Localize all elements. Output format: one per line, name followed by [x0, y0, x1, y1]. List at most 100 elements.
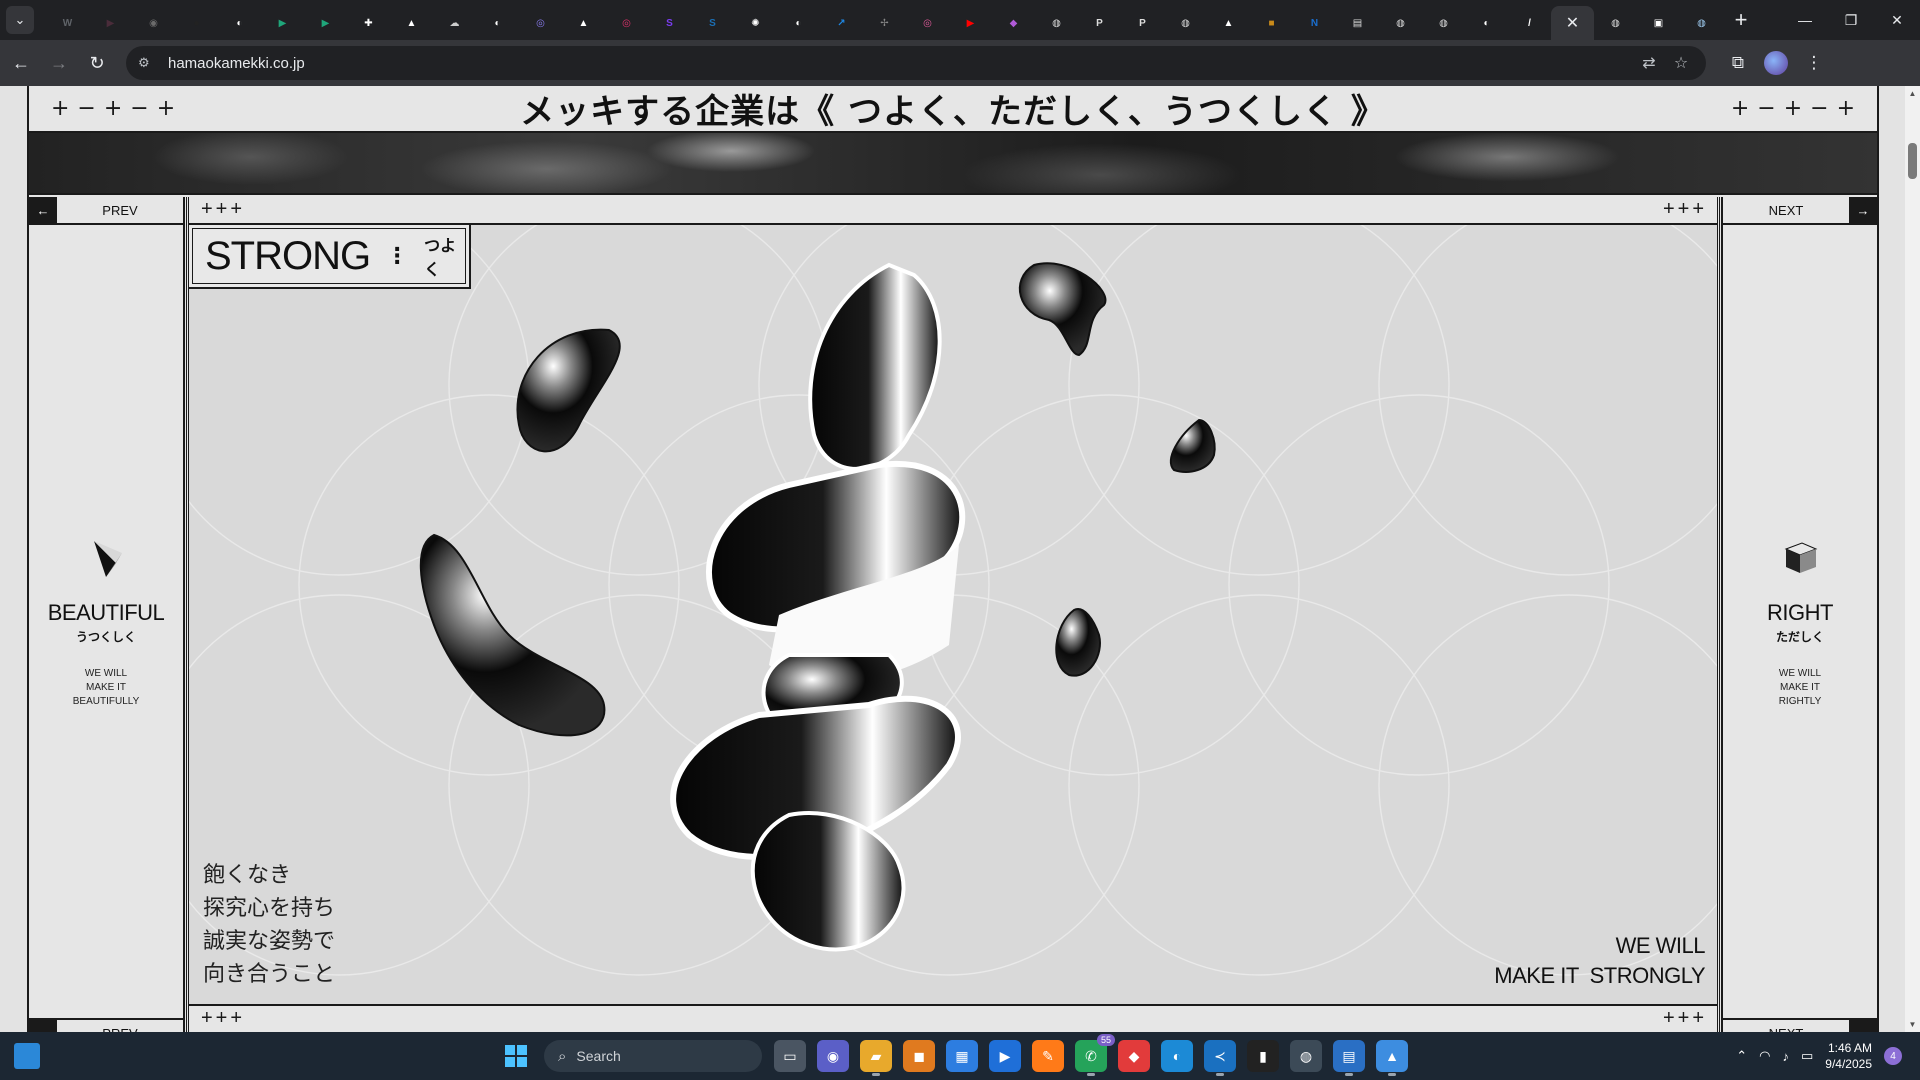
prev-nav-bottom[interactable]: ← PREV [29, 1018, 183, 1032]
play-store-icon[interactable]: ▶ [989, 1040, 1021, 1072]
volume-icon[interactable]: ♪ [1782, 1049, 1789, 1064]
back-button[interactable]: ← [4, 46, 38, 80]
notepad-icon[interactable]: ▤ [1333, 1040, 1365, 1076]
tab[interactable]: ▤ [1336, 6, 1379, 40]
tab[interactable]: ◐ [777, 6, 820, 40]
restore-button[interactable]: ❐ [1828, 0, 1874, 40]
forward-button[interactable]: → [42, 46, 76, 80]
reload-button[interactable]: ↻ [80, 46, 114, 80]
widgets-icon[interactable] [14, 1043, 40, 1069]
tab[interactable]: / [1508, 6, 1551, 40]
arrow-right-icon[interactable]: → [1849, 1020, 1877, 1032]
tab[interactable]: ◎ [605, 6, 648, 40]
tab[interactable]: ▶ [89, 6, 132, 40]
tab[interactable]: ▶ [304, 6, 347, 40]
chrome-icon[interactable]: ◍ [1290, 1040, 1322, 1072]
menu-kebab-icon[interactable]: ⋮ [1802, 53, 1826, 73]
taskbar-search[interactable]: ⌕ Search [544, 1040, 762, 1072]
next-label[interactable]: NEXT [1723, 203, 1849, 218]
wifi-icon[interactable]: ◠ [1759, 1048, 1770, 1064]
tab[interactable]: ■ [1250, 6, 1293, 40]
tab[interactable]: ▲ [1207, 6, 1250, 40]
tab[interactable]: ◍ [1680, 6, 1723, 40]
translate-icon[interactable]: ⇄ [1638, 53, 1660, 73]
globe-icon: ◍ [1396, 17, 1405, 29]
tab[interactable]: ✢ [863, 6, 906, 40]
teams-icon[interactable]: ◉ [817, 1040, 849, 1072]
scroll-up-icon[interactable]: ▲ [1908, 89, 1917, 98]
globe-icon: ◍ [1611, 17, 1620, 29]
tab[interactable]: ◎ [906, 6, 949, 40]
store-icon[interactable]: ▦ [946, 1040, 978, 1072]
tab[interactable]: ✺ [734, 6, 777, 40]
next-panel[interactable]: NEXT → RIGHT ただしく WE WILL MAKE IT RIGHTL… [1721, 197, 1877, 1032]
tab[interactable]: ▣ [1637, 6, 1680, 40]
terminal-icon[interactable]: ▮ [1247, 1040, 1279, 1072]
tab[interactable]: ◍ [1379, 6, 1422, 40]
tab[interactable]: ▶ [949, 6, 992, 40]
profile-avatar[interactable] [1764, 51, 1788, 75]
vscode-icon[interactable]: ≺ [1204, 1040, 1236, 1076]
close-icon[interactable]: ✕ [1566, 13, 1579, 33]
tab[interactable]: W [46, 6, 89, 40]
tab[interactable]: ● [175, 6, 218, 40]
next-nav-bottom[interactable]: NEXT → [1723, 1018, 1877, 1032]
tab[interactable]: ◎ [519, 6, 562, 40]
whatsapp-icon[interactable]: ✆ 55 [1075, 1034, 1115, 1076]
site-info-icon[interactable]: ⚙ [138, 55, 160, 71]
arrow-left-icon[interactable]: ← [29, 197, 57, 223]
start-windows-icon[interactable] [504, 1044, 528, 1068]
tab[interactable]: ◐ [218, 6, 261, 40]
bookmark-star-icon[interactable]: ☆ [1670, 53, 1692, 73]
minimize-button[interactable]: — [1782, 0, 1828, 40]
file-explorer-icon[interactable]: ▰ [860, 1040, 892, 1076]
close-window-button[interactable]: ✕ [1874, 0, 1920, 40]
tab[interactable]: ◍ [1594, 6, 1637, 40]
page-scrollbar[interactable]: ▲ ▼ [1905, 86, 1920, 1032]
anydesk-icon[interactable]: ◆ [1118, 1040, 1150, 1072]
url-text[interactable]: hamaokamekki.co.jp [168, 55, 305, 72]
tab-search-button[interactable]: ⌄ [6, 6, 34, 34]
tab[interactable]: ◐ [1465, 6, 1508, 40]
pen-app-icon[interactable]: ✎ [1032, 1040, 1064, 1072]
tab-active[interactable]: ✕ [1551, 6, 1594, 40]
tab[interactable]: ◐ [476, 6, 519, 40]
next-nav[interactable]: NEXT → [1723, 197, 1877, 225]
tab[interactable]: ▶ [261, 6, 304, 40]
tab[interactable]: N [1293, 6, 1336, 40]
prev-panel[interactable]: ← PREV BEAUTIFUL うつくしく WE WILL MAKE IT B… [29, 197, 185, 1032]
tab[interactable]: ◍ [1164, 6, 1207, 40]
prev-nav[interactable]: ← PREV [29, 197, 183, 225]
battery-icon[interactable]: ▭ [1801, 1048, 1813, 1064]
new-tab-button[interactable]: + [1727, 6, 1755, 34]
address-bar[interactable]: ⚙ hamaokamekki.co.jp ⇄ ☆ [126, 46, 1706, 80]
tab[interactable]: ▲ [562, 6, 605, 40]
scroll-down-icon[interactable]: ▼ [1908, 1020, 1917, 1029]
arrow-left-icon[interactable]: ← [29, 1020, 57, 1032]
chrome-droplet [1169, 418, 1216, 473]
tab[interactable]: ▲ [390, 6, 433, 40]
extensions-icon[interactable]: ⧉ [1726, 53, 1750, 73]
task-view-icon[interactable]: ▭ [774, 1040, 806, 1072]
prev-label[interactable]: PREV [57, 203, 183, 218]
scrollbar-thumb[interactable] [1908, 143, 1917, 179]
p-icon: P [1096, 17, 1103, 29]
tab[interactable]: ◆ [992, 6, 1035, 40]
tab[interactable]: S [691, 6, 734, 40]
tab[interactable]: ◉ [132, 6, 175, 40]
tab[interactable]: ◍ [1422, 6, 1465, 40]
notification-badge[interactable]: 4 [1884, 1047, 1902, 1065]
tab[interactable]: ◍ [1035, 6, 1078, 40]
app-orange-icon[interactable]: ◼ [903, 1040, 935, 1072]
tab[interactable]: P [1121, 6, 1164, 40]
chevron-up-icon[interactable]: ⌃ [1736, 1048, 1747, 1064]
tab[interactable]: P [1078, 6, 1121, 40]
tab[interactable]: S [648, 6, 691, 40]
tab[interactable]: ↗ [820, 6, 863, 40]
edge-icon[interactable]: ◐ [1161, 1040, 1193, 1072]
tab[interactable]: ✚ [347, 6, 390, 40]
arrow-right-icon[interactable]: → [1849, 197, 1877, 223]
clock[interactable]: 1:46 AM 9/4/2025 [1825, 1040, 1872, 1072]
tab[interactable]: ☁ [433, 6, 476, 40]
photos-icon[interactable]: ▲ [1376, 1040, 1408, 1076]
